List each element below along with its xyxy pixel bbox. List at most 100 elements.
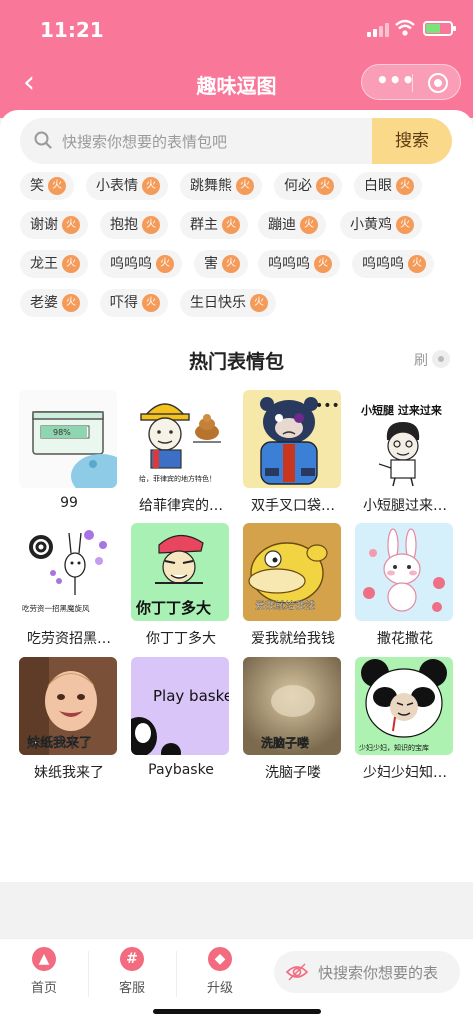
tag-chip[interactable]: 小表情火 xyxy=(86,172,168,200)
hot-fire-icon: 火 xyxy=(62,294,80,312)
tag-label: 呜呜呜 xyxy=(268,256,310,272)
sticker-title: 99 xyxy=(60,495,78,511)
tag-label: 笑 xyxy=(30,178,44,194)
tag-label: 小表情 xyxy=(96,178,138,194)
sticker-image: 98% xyxy=(19,390,117,488)
sticker-card[interactable]: 洗脑子喽 洗脑子喽 xyxy=(243,657,343,782)
tag-label: 谢谢 xyxy=(30,217,58,233)
battery-icon xyxy=(423,21,456,36)
compass-icon: ◆ xyxy=(208,947,232,971)
hashtag-icon: # xyxy=(120,947,144,971)
tab-upgrade-label: 升级 xyxy=(206,981,233,996)
search-input[interactable]: 快搜索你想要的表情包吧 xyxy=(62,131,227,152)
sticker-card[interactable]: Play basketbal Paybaske xyxy=(131,657,231,778)
sticker-title: 给菲律宾的… xyxy=(139,498,223,514)
refresh-icon xyxy=(432,350,450,368)
tab-home[interactable]: ▲ 首页 xyxy=(0,947,88,996)
hot-fire-icon: 火 xyxy=(62,216,80,234)
tag-label: 呜呜呜 xyxy=(362,256,404,272)
tag-label: 蹦迪 xyxy=(268,217,296,233)
sticker-image: 少妇少妇，知识的宝库 xyxy=(355,657,453,755)
tag-label: 呜呜呜 xyxy=(110,256,152,272)
hot-fire-icon: 火 xyxy=(222,255,240,273)
sticker-card[interactable]: 98% 99 xyxy=(19,390,119,511)
sticker-caption: 吃劳资一招黑魔旋风 xyxy=(22,603,90,613)
tag-chip[interactable]: 老婆火 xyxy=(20,289,88,317)
sticker-caption: 洗脑子喽 xyxy=(261,735,309,750)
tag-chip[interactable]: 呜呜呜火 xyxy=(352,250,434,278)
tag-chip[interactable]: 谢谢火 xyxy=(20,211,88,239)
tag-chip[interactable]: 白眼火 xyxy=(354,172,422,200)
tag-chip[interactable]: 何必火 xyxy=(274,172,342,200)
sticker-card[interactable]: 少妇少妇，知识的宝库 少妇少妇知… xyxy=(355,657,455,782)
sticker-caption: 妹纸我来了 xyxy=(26,735,92,751)
bottom-search-input[interactable]: 快搜索你想要的表 xyxy=(274,951,460,993)
hot-fire-icon: 火 xyxy=(316,177,334,195)
tag-label: 害 xyxy=(204,256,218,272)
tag-label: 龙王 xyxy=(30,256,58,272)
sticker-card[interactable]: 吃劳资一招黑魔旋风 吃劳资招黑… xyxy=(19,523,119,648)
sticker-title: 双手叉口袋… xyxy=(251,498,335,514)
more-icon[interactable]: ••• xyxy=(376,70,414,91)
capsule-divider xyxy=(412,74,413,92)
sticker-card[interactable]: 妹纸我来了 妹纸我来了 xyxy=(19,657,119,782)
hot-fire-icon: 火 xyxy=(142,216,160,234)
sticker-caption: Play basketbal xyxy=(153,687,229,705)
tag-chip[interactable]: 害火 xyxy=(194,250,248,278)
sticker-caption: 小短腿 过来过来 xyxy=(360,403,443,417)
sticker-image: ••• xyxy=(243,390,341,488)
bottom-search-placeholder: 快搜索你想要的表 xyxy=(318,964,439,982)
tag-chip[interactable]: 群主火 xyxy=(180,211,248,239)
tag-label: 抱抱 xyxy=(110,217,138,233)
sticker-card[interactable]: 给，菲律宾的地方特色！ 给菲律宾的… xyxy=(131,390,231,515)
sticker-card[interactable]: 小短腿 过来过来 小短腿过来… xyxy=(355,390,455,515)
sticker-image: 你丁丁多大 xyxy=(131,523,229,621)
search-icon xyxy=(34,131,52,149)
search-bar[interactable]: 快搜索你想要的表情包吧 搜索 xyxy=(20,118,452,164)
tag-chip[interactable]: 小黄鸡火 xyxy=(340,211,422,239)
sticker-card[interactable]: 撒花撒花 xyxy=(355,523,455,648)
tab-service[interactable]: # 客服 xyxy=(88,947,176,996)
sticker-title: 少妇少妇知… xyxy=(363,765,447,781)
hot-fire-icon: 火 xyxy=(142,177,160,195)
search-button[interactable]: 搜索 xyxy=(372,118,452,164)
sticker-title: Paybaske xyxy=(148,762,214,778)
tag-chip[interactable]: 蹦迪火 xyxy=(258,211,326,239)
tag-chip[interactable]: 生日快乐火 xyxy=(180,289,276,317)
sticker-image: Play basketbal xyxy=(131,657,229,755)
hot-fire-icon: 火 xyxy=(48,177,66,195)
tag-chip[interactable]: 抱抱火 xyxy=(100,211,168,239)
hot-fire-icon: 火 xyxy=(396,177,414,195)
tab-upgrade[interactable]: ◆ 升级 xyxy=(176,947,264,996)
hot-fire-icon: 火 xyxy=(314,255,332,273)
tag-chip[interactable]: 笑火 xyxy=(20,172,74,200)
refresh-button[interactable]: 刷 xyxy=(414,350,450,370)
tag-chip[interactable]: 跳舞熊火 xyxy=(180,172,262,200)
tag-chip[interactable]: 龙王火 xyxy=(20,250,88,278)
sticker-card[interactable]: ••• 双手叉口袋… xyxy=(243,390,343,515)
sticker-caption: 少妇少妇，知识的宝库 xyxy=(359,743,429,752)
hot-fire-icon: 火 xyxy=(236,177,254,195)
nav-bar: ‹ 趣味逗图 ••• xyxy=(0,58,473,110)
sticker-title: 妹纸我来了 xyxy=(34,765,104,781)
status-time: 11:21 xyxy=(40,18,104,42)
sticker-caption: 98% xyxy=(53,428,71,437)
hot-fire-icon: 火 xyxy=(300,216,318,234)
tab-home-label: 首页 xyxy=(30,981,57,996)
sticker-image: 小短腿 过来过来 xyxy=(355,390,453,488)
tag-chip[interactable]: 呜呜呜火 xyxy=(258,250,340,278)
status-bar: 11:21 xyxy=(0,0,473,54)
tag-label: 生日快乐 xyxy=(190,295,246,311)
tag-chip[interactable]: 呜呜呜火 xyxy=(100,250,182,278)
svg-text:•••: ••• xyxy=(315,398,340,414)
sticker-image: 爱我就给我钱 xyxy=(243,523,341,621)
sticker-card[interactable]: 爱我就给我钱 爱我就给我钱 xyxy=(243,523,343,648)
hot-fire-icon: 火 xyxy=(156,255,174,273)
sticker-card[interactable]: 你丁丁多大 你丁丁多大 xyxy=(131,523,231,648)
close-mini-program-icon[interactable] xyxy=(428,73,448,93)
sticker-title: 洗脑子喽 xyxy=(265,765,321,781)
tab-service-label: 客服 xyxy=(118,981,145,996)
tag-label: 老婆 xyxy=(30,295,58,311)
tag-chip[interactable]: 吓得火 xyxy=(100,289,168,317)
sticker-image xyxy=(355,523,453,621)
